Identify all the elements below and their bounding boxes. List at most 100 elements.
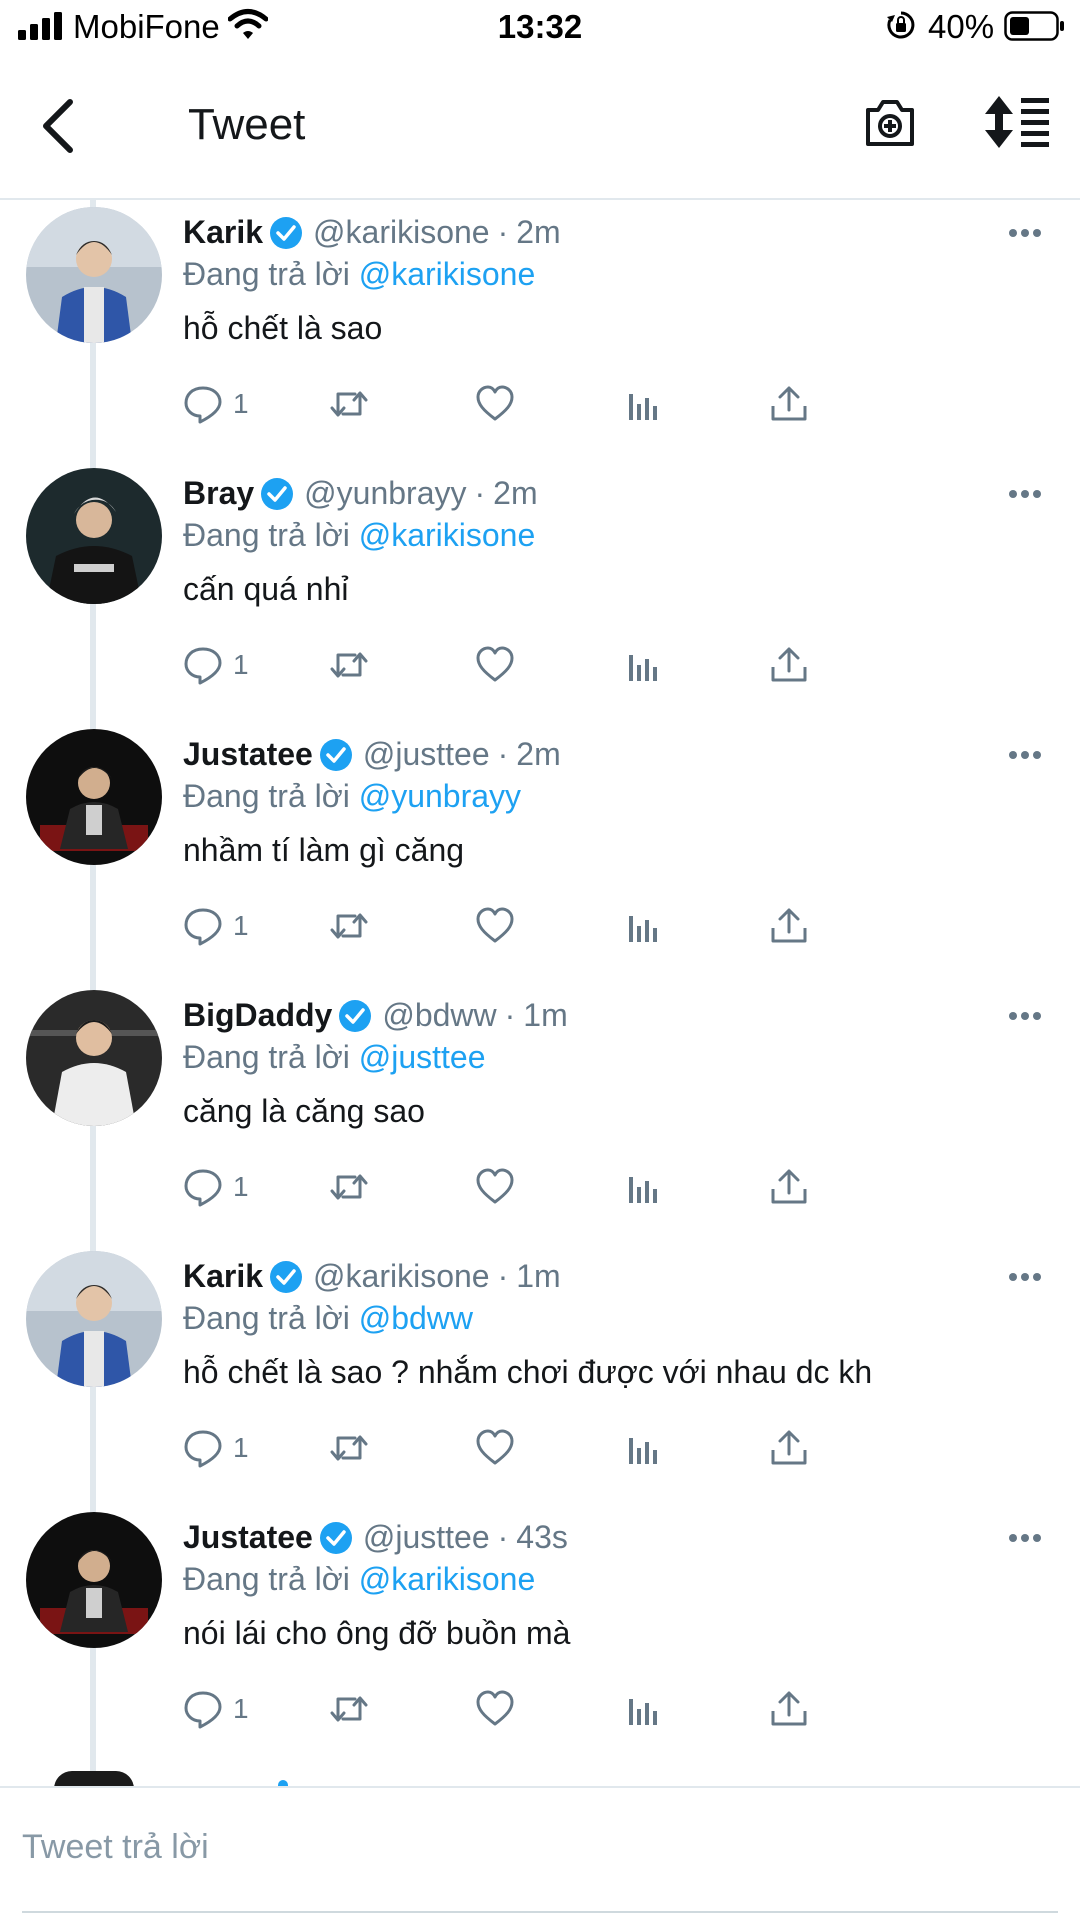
analytics-icon	[629, 1438, 657, 1464]
timestamp: 2m	[516, 214, 561, 250]
reply-icon	[184, 386, 222, 424]
avatar[interactable]	[26, 1512, 162, 1648]
share-button[interactable]	[769, 382, 809, 426]
author-name[interactable]: Karik	[183, 1258, 263, 1295]
reply-count: 1	[233, 1432, 249, 1463]
reply-item[interactable]: Bray @yunbrayy · 2m Đang trả lời @kariki…	[0, 459, 1080, 720]
more-options-icon[interactable]	[1008, 489, 1042, 499]
more-options-icon[interactable]	[1008, 750, 1042, 760]
reply-item[interactable]: Justatee @justtee · 43s Đang trả lời @ka…	[0, 1503, 1080, 1764]
analytics-icon	[629, 1699, 657, 1725]
avatar[interactable]	[26, 468, 162, 604]
like-button[interactable]	[475, 1165, 515, 1209]
author-handle[interactable]: @justtee	[363, 736, 490, 773]
avatar[interactable]	[26, 207, 162, 343]
replying-to: Đang trả lời @yunbrayy	[183, 778, 521, 815]
avatar[interactable]	[26, 990, 162, 1126]
reply-button[interactable]: 1	[183, 643, 249, 687]
more-options-icon[interactable]	[1008, 1011, 1042, 1021]
mention-link[interactable]: @karikisone	[359, 256, 536, 292]
author-handle[interactable]: @karikisone	[313, 214, 490, 251]
reply-button[interactable]: 1	[183, 382, 249, 426]
reply-composer[interactable]: Tweet trả lời	[0, 1786, 1080, 1922]
reply-icon	[184, 908, 222, 946]
camera-add-icon[interactable]	[862, 94, 918, 150]
author-name[interactable]: Justatee	[183, 736, 313, 773]
heart-icon	[476, 646, 514, 682]
back-arrow-icon[interactable]	[38, 96, 78, 156]
analytics-button[interactable]	[623, 1165, 663, 1209]
timestamp: 2m	[493, 475, 538, 511]
retweet-button[interactable]	[329, 643, 369, 687]
analytics-button[interactable]	[623, 643, 663, 687]
mention-link[interactable]: @karikisone	[359, 1561, 536, 1597]
retweet-button[interactable]	[329, 1165, 369, 1209]
replying-label: Đang trả lời	[183, 256, 350, 292]
reply-count: 1	[233, 649, 249, 680]
reply-item[interactable]: Karik @karikisone · 2m Đang trả lời @kar…	[0, 198, 1080, 459]
like-button[interactable]	[475, 382, 515, 426]
analytics-button[interactable]	[623, 1687, 663, 1731]
retweet-button[interactable]	[329, 904, 369, 948]
replying-label: Đang trả lời	[183, 517, 350, 553]
author-handle[interactable]: @yunbrayy	[304, 475, 466, 512]
mention-link[interactable]: @karikisone	[359, 517, 536, 553]
share-button[interactable]	[769, 904, 809, 948]
replying-label: Đang trả lời	[183, 1039, 350, 1075]
reply-count: 1	[233, 1693, 249, 1724]
share-button[interactable]	[769, 1165, 809, 1209]
reply-button[interactable]: 1	[183, 1165, 249, 1209]
heart-icon	[476, 1690, 514, 1726]
like-button[interactable]	[475, 1687, 515, 1731]
reply-item[interactable]: Justatee @justtee · 2m Đang trả lời @yun…	[0, 720, 1080, 981]
like-button[interactable]	[475, 904, 515, 948]
verified-badge-icon	[319, 1521, 352, 1554]
author-row: Justatee @justtee · 2m	[183, 736, 561, 773]
author-name[interactable]: BigDaddy	[183, 997, 332, 1034]
mention-link[interactable]: @bdww	[359, 1300, 473, 1336]
author-row: BigDaddy @bdww · 1m	[183, 997, 568, 1034]
separator-dot: ·	[497, 214, 509, 250]
retweet-button[interactable]	[329, 1426, 369, 1470]
reply-item[interactable]: BigDaddy @bdww · 1m Đang trả lời @justte…	[0, 981, 1080, 1242]
analytics-button[interactable]	[623, 382, 663, 426]
analytics-button[interactable]	[623, 904, 663, 948]
avatar[interactable]	[26, 729, 162, 865]
avatar[interactable]	[26, 1251, 162, 1387]
mention-link[interactable]: @yunbrayy	[359, 778, 521, 814]
author-name[interactable]: Karik	[183, 214, 263, 251]
more-options-icon[interactable]	[1008, 1533, 1042, 1543]
separator-dot: ·	[474, 475, 486, 511]
share-button[interactable]	[769, 1426, 809, 1470]
composer-divider	[22, 1911, 1058, 1913]
author-handle[interactable]: @bdww	[382, 997, 496, 1034]
author-name[interactable]: Justatee	[183, 1519, 313, 1556]
reply-input[interactable]: Tweet trả lời	[22, 1828, 209, 1867]
analytics-button[interactable]	[623, 1426, 663, 1470]
author-handle[interactable]: @justtee	[363, 1519, 490, 1556]
like-button[interactable]	[475, 1426, 515, 1470]
like-button[interactable]	[475, 643, 515, 687]
retweet-button[interactable]	[329, 382, 369, 426]
separator-dot: ·	[504, 997, 516, 1033]
more-options-icon[interactable]	[1008, 228, 1042, 238]
reply-button[interactable]: 1	[183, 1687, 249, 1731]
replying-to: Đang trả lời @karikisone	[183, 1561, 535, 1598]
action-bar: 1	[183, 1687, 983, 1731]
reply-count: 1	[233, 910, 249, 941]
heart-icon	[476, 385, 514, 421]
share-button[interactable]	[769, 1687, 809, 1731]
replying-to: Đang trả lời @bdww	[183, 1300, 473, 1337]
reply-button[interactable]: 1	[183, 1426, 249, 1470]
sort-replies-icon[interactable]	[985, 96, 1051, 148]
reply-item[interactable]: Karik @karikisone · 1m Đang trả lời @bdw…	[0, 1242, 1080, 1503]
retweet-button[interactable]	[329, 1687, 369, 1731]
author-handle[interactable]: @karikisone	[313, 1258, 490, 1295]
tweet-text: hỗ chết là sao ? nhắm chơi được với nhau…	[183, 1354, 873, 1390]
share-button[interactable]	[769, 643, 809, 687]
author-name[interactable]: Bray	[183, 475, 254, 512]
reply-button[interactable]: 1	[183, 904, 249, 948]
mention-link[interactable]: @justtee	[359, 1039, 486, 1075]
more-options-icon[interactable]	[1008, 1272, 1042, 1282]
clock: 13:32	[497, 8, 583, 45]
